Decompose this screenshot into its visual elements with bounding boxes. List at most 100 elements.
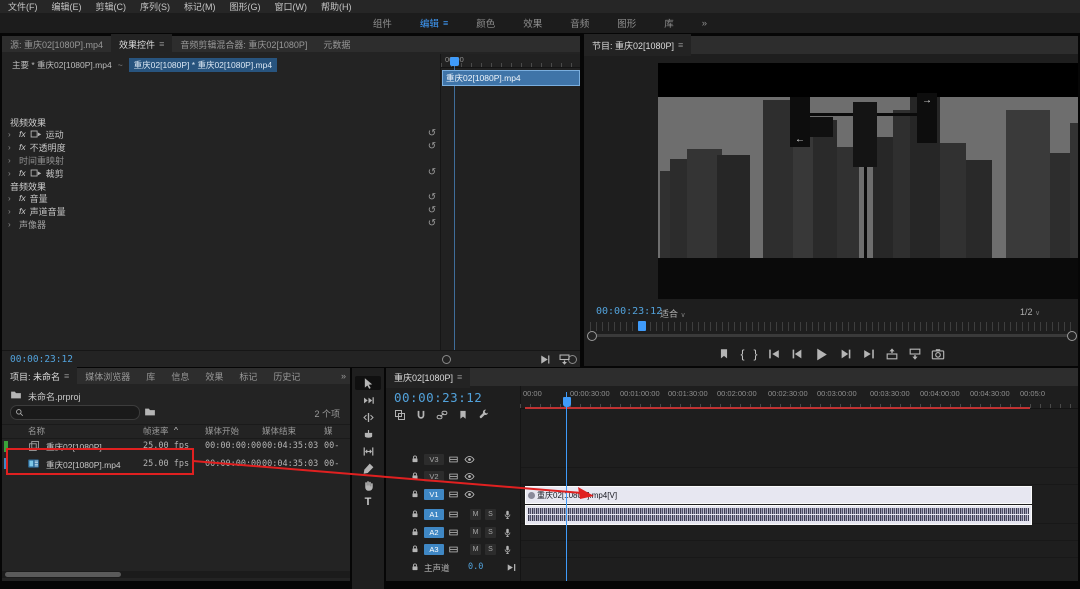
tab-timeline-sequence[interactable]: 重庆02[1080P] ≡: [386, 368, 470, 388]
solo-button[interactable]: S: [485, 527, 496, 538]
solo-button[interactable]: S: [485, 509, 496, 520]
snap-magnet-icon[interactable]: [415, 409, 427, 421]
label-color-chip[interactable]: [4, 458, 8, 469]
effect-row-time-remapping[interactable]: › 时间重映射: [8, 154, 64, 166]
effect-row-volume[interactable]: › fx 音量: [8, 192, 48, 204]
row-name[interactable]: 重庆02[1080P].mp4: [46, 459, 121, 471]
lock-icon[interactable]: [410, 509, 420, 519]
lock-icon[interactable]: [410, 527, 420, 537]
track-target-a1[interactable]: A1: [424, 509, 444, 520]
column-media-duration[interactable]: 媒: [324, 425, 333, 437]
effect-controls-menu-icon[interactable]: ≡: [159, 39, 164, 49]
lock-icon[interactable]: [410, 489, 420, 499]
mark-in-icon[interactable]: {: [740, 347, 744, 361]
menu-help[interactable]: 帮助(H): [321, 0, 352, 13]
sync-lock-icon[interactable]: [448, 544, 459, 555]
fx-badge-icon[interactable]: fx: [19, 129, 26, 139]
workspace-tab-color[interactable]: 颜色: [476, 16, 495, 30]
lock-icon[interactable]: [410, 562, 420, 572]
add-marker-icon[interactable]: [457, 409, 469, 421]
menu-window[interactable]: 窗口(W): [275, 0, 308, 13]
zoombar-handle-left[interactable]: [587, 331, 597, 341]
fit-dropdown[interactable]: 适合 ∨: [660, 307, 686, 320]
column-name[interactable]: 名称: [28, 425, 45, 437]
reset-channel-volume-icon[interactable]: ↺: [426, 205, 438, 216]
workspace-tab-libraries[interactable]: 库: [664, 16, 674, 30]
selection-tool[interactable]: [355, 376, 381, 390]
track-target-v2[interactable]: V2: [424, 471, 444, 482]
export-frame-icon[interactable]: [558, 353, 571, 366]
eye-toggle-icon[interactable]: [464, 454, 475, 465]
extract-icon[interactable]: [908, 347, 922, 361]
chevron-right-icon[interactable]: ›: [8, 130, 15, 139]
master-level-value[interactable]: 0.0: [468, 562, 483, 572]
timeline-ruler[interactable]: 00:00 00:00:30:00 00:01:00:00 00:01:30:0…: [520, 388, 1078, 409]
effect-row-opacity[interactable]: › fx 不透明度: [8, 141, 66, 153]
track-target-v1[interactable]: V1: [424, 489, 444, 500]
workspace-tab-effects[interactable]: 效果: [523, 16, 542, 30]
lock-icon[interactable]: [410, 544, 420, 554]
effect-row-panner[interactable]: › 声像器: [8, 218, 46, 230]
program-timecode[interactable]: 00:00:23:12: [596, 306, 662, 317]
project-scrollbar[interactable]: [2, 571, 350, 578]
mini-clip-bar[interactable]: 重庆02[1080P].mp4: [442, 70, 580, 86]
timeline-timecode[interactable]: 00:00:23:12: [394, 390, 482, 405]
menu-graphics[interactable]: 图形(G): [230, 0, 261, 13]
mark-out-icon[interactable]: }: [754, 347, 758, 361]
fx-badge-icon[interactable]: fx: [19, 142, 26, 152]
chevron-right-icon[interactable]: ›: [8, 143, 15, 152]
sync-lock-icon[interactable]: [448, 454, 459, 465]
sync-lock-icon[interactable]: [448, 527, 459, 538]
effect-row-crop[interactable]: › fx 裁剪: [8, 167, 64, 179]
reset-volume-icon[interactable]: ↺: [426, 192, 438, 203]
table-row-clip[interactable]: 重庆02[1080P].mp4 25.00 fps 00:00:00:00 00…: [2, 455, 350, 473]
tab-source-monitor[interactable]: 源: 重庆02[1080P].mp4: [2, 34, 111, 54]
chevron-right-icon[interactable]: ›: [8, 194, 15, 203]
menu-edit[interactable]: 编辑(E): [52, 0, 82, 13]
sync-lock-icon[interactable]: [448, 489, 459, 500]
chevron-right-icon[interactable]: ›: [8, 220, 15, 229]
workspace-tab-audio[interactable]: 音频: [570, 16, 589, 30]
new-bin-folder-icon[interactable]: [144, 406, 156, 418]
column-framerate[interactable]: 帧速率: [143, 425, 169, 437]
project-menu-icon[interactable]: ≡: [64, 371, 69, 381]
menu-markers[interactable]: 标记(M): [184, 0, 216, 13]
mini-playhead-head[interactable]: [450, 57, 459, 66]
ripple-edit-tool[interactable]: [355, 410, 381, 424]
linked-selection-icon[interactable]: [436, 409, 448, 421]
mic-voiceover-icon[interactable]: [502, 509, 513, 520]
workspace-tab-assembly[interactable]: 组件: [373, 16, 392, 30]
menu-file[interactable]: 文件(F): [8, 0, 38, 13]
mini-zoom-handle-left[interactable]: [442, 355, 451, 364]
program-playhead[interactable]: [638, 321, 646, 331]
chevron-right-icon[interactable]: ›: [8, 207, 15, 216]
menu-sequence[interactable]: 序列(S): [140, 0, 170, 13]
mic-voiceover-icon[interactable]: [502, 527, 513, 538]
effect-panel-timecode[interactable]: 00:00:23:12: [10, 354, 73, 365]
eye-toggle-icon[interactable]: [464, 471, 475, 482]
workspace-tab-graphics[interactable]: 图形: [617, 16, 636, 30]
timeline-video-clip[interactable]: 重庆02[1080P].mp4[V]: [525, 486, 1032, 504]
table-row-sequence[interactable]: 重庆02[1080P] 25.00 fps 00:00:00:00 00:04:…: [2, 438, 350, 455]
pen-tool[interactable]: [355, 461, 381, 475]
column-media-end[interactable]: 媒体结束: [262, 425, 296, 437]
tab-info[interactable]: 信息: [163, 366, 197, 386]
tab-history[interactable]: 历史记: [265, 366, 308, 386]
search-input[interactable]: [27, 407, 131, 419]
program-zoombar-track[interactable]: [590, 334, 1072, 337]
reset-panner-icon[interactable]: ↺: [426, 218, 438, 229]
mute-button[interactable]: M: [470, 509, 481, 520]
track-target-a2[interactable]: A2: [424, 527, 444, 538]
go-to-end-icon[interactable]: [506, 562, 517, 573]
tab-audio-clip-mixer[interactable]: 音频剪辑混合器: 重庆02[1080P]: [172, 34, 315, 54]
project-scrollbar-thumb[interactable]: [5, 572, 121, 577]
play-icon[interactable]: [813, 346, 830, 363]
fx-badge-icon[interactable]: fx: [19, 168, 26, 178]
column-media-start[interactable]: 媒体开始: [205, 425, 239, 437]
master-track-label[interactable]: 主声道: [424, 562, 450, 574]
fx-badge-icon[interactable]: fx: [19, 193, 26, 203]
timeline-menu-icon[interactable]: ≡: [457, 372, 462, 382]
track-target-a3[interactable]: A3: [424, 544, 444, 555]
reset-motion-icon[interactable]: ↺: [426, 128, 438, 139]
video-frame[interactable]: ← →: [658, 63, 1078, 299]
